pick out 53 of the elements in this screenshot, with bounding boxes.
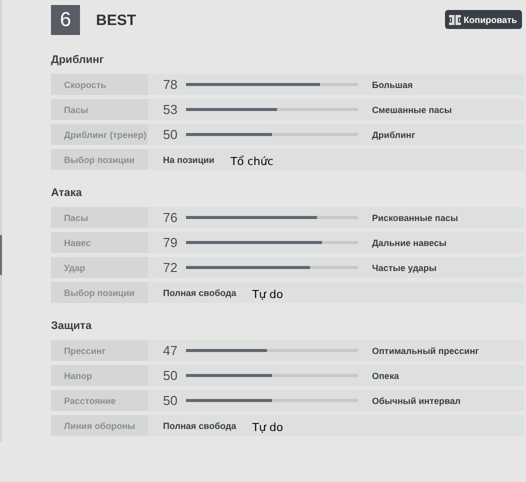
setting-label: Скорость: [51, 74, 148, 95]
setting-value: 50: [163, 392, 178, 410]
setting-option: На позиции: [163, 149, 214, 170]
slider-track[interactable]: [186, 216, 358, 219]
setting-label: Пасы: [51, 207, 148, 228]
section-heading: Атака: [51, 186, 83, 200]
setting-label: Расстояние: [51, 390, 148, 411]
pitch-icon: [448, 14, 461, 24]
setting-value: 72: [163, 259, 178, 277]
setting-label: Выбор позиции: [51, 282, 148, 303]
setting-label: Прессинг: [51, 340, 148, 361]
tactic-title: BEST: [96, 12, 138, 28]
setting-option: Полная свобода: [163, 282, 236, 303]
setting-value: 76: [163, 209, 178, 227]
setting-option: Дальние навесы: [372, 232, 447, 253]
slider-track[interactable]: [186, 241, 358, 244]
setting-value: 79: [163, 234, 178, 252]
setting-label: Навес: [51, 232, 148, 253]
setting-option: Полная свобода: [163, 415, 236, 436]
slider-track[interactable]: [186, 266, 358, 269]
setting-value: 50: [163, 367, 178, 385]
setting-option: Оптимальный прессинг: [372, 340, 479, 361]
setting-option: Смешанные пасы: [372, 99, 452, 120]
slider-track[interactable]: [186, 399, 358, 402]
slider-track[interactable]: [186, 133, 358, 136]
setting-option: Дриблинг: [372, 124, 416, 145]
setting-option: Рискованные пасы: [372, 207, 458, 228]
setting-option: Частые удары: [372, 257, 437, 278]
section-heading: Защита: [51, 319, 93, 333]
section-heading: Дриблинг: [51, 53, 105, 67]
slider-track[interactable]: [186, 108, 358, 111]
setting-value: 78: [163, 76, 178, 94]
translation-note: Tự do: [252, 420, 284, 436]
setting-option: Обычный интервал: [372, 390, 461, 411]
slider-track[interactable]: [186, 374, 358, 377]
translation-note: Tổ chức: [230, 154, 274, 170]
translation-note: Tự do: [252, 287, 284, 303]
setting-option: Опека: [372, 365, 399, 386]
setting-label: Линия обороны: [51, 415, 148, 436]
setting-value: 53: [163, 101, 178, 119]
setting-label: Дриблинг (тренер): [51, 124, 148, 145]
slider-track[interactable]: [186, 83, 358, 86]
setting-value: 47: [163, 342, 178, 360]
setting-label: Выбор позиции: [51, 149, 148, 170]
setting-value: 50: [163, 126, 178, 144]
setting-label: Удар: [51, 257, 148, 278]
copy-button[interactable]: Копировать: [444, 10, 522, 29]
setting-label: Пасы: [51, 99, 148, 120]
setting-label: Напор: [51, 365, 148, 386]
formation-number: 6: [51, 5, 80, 35]
setting-option: Большая: [372, 74, 413, 95]
slider-track[interactable]: [186, 349, 358, 352]
scrollbar-thumb[interactable]: [0, 235, 2, 275]
